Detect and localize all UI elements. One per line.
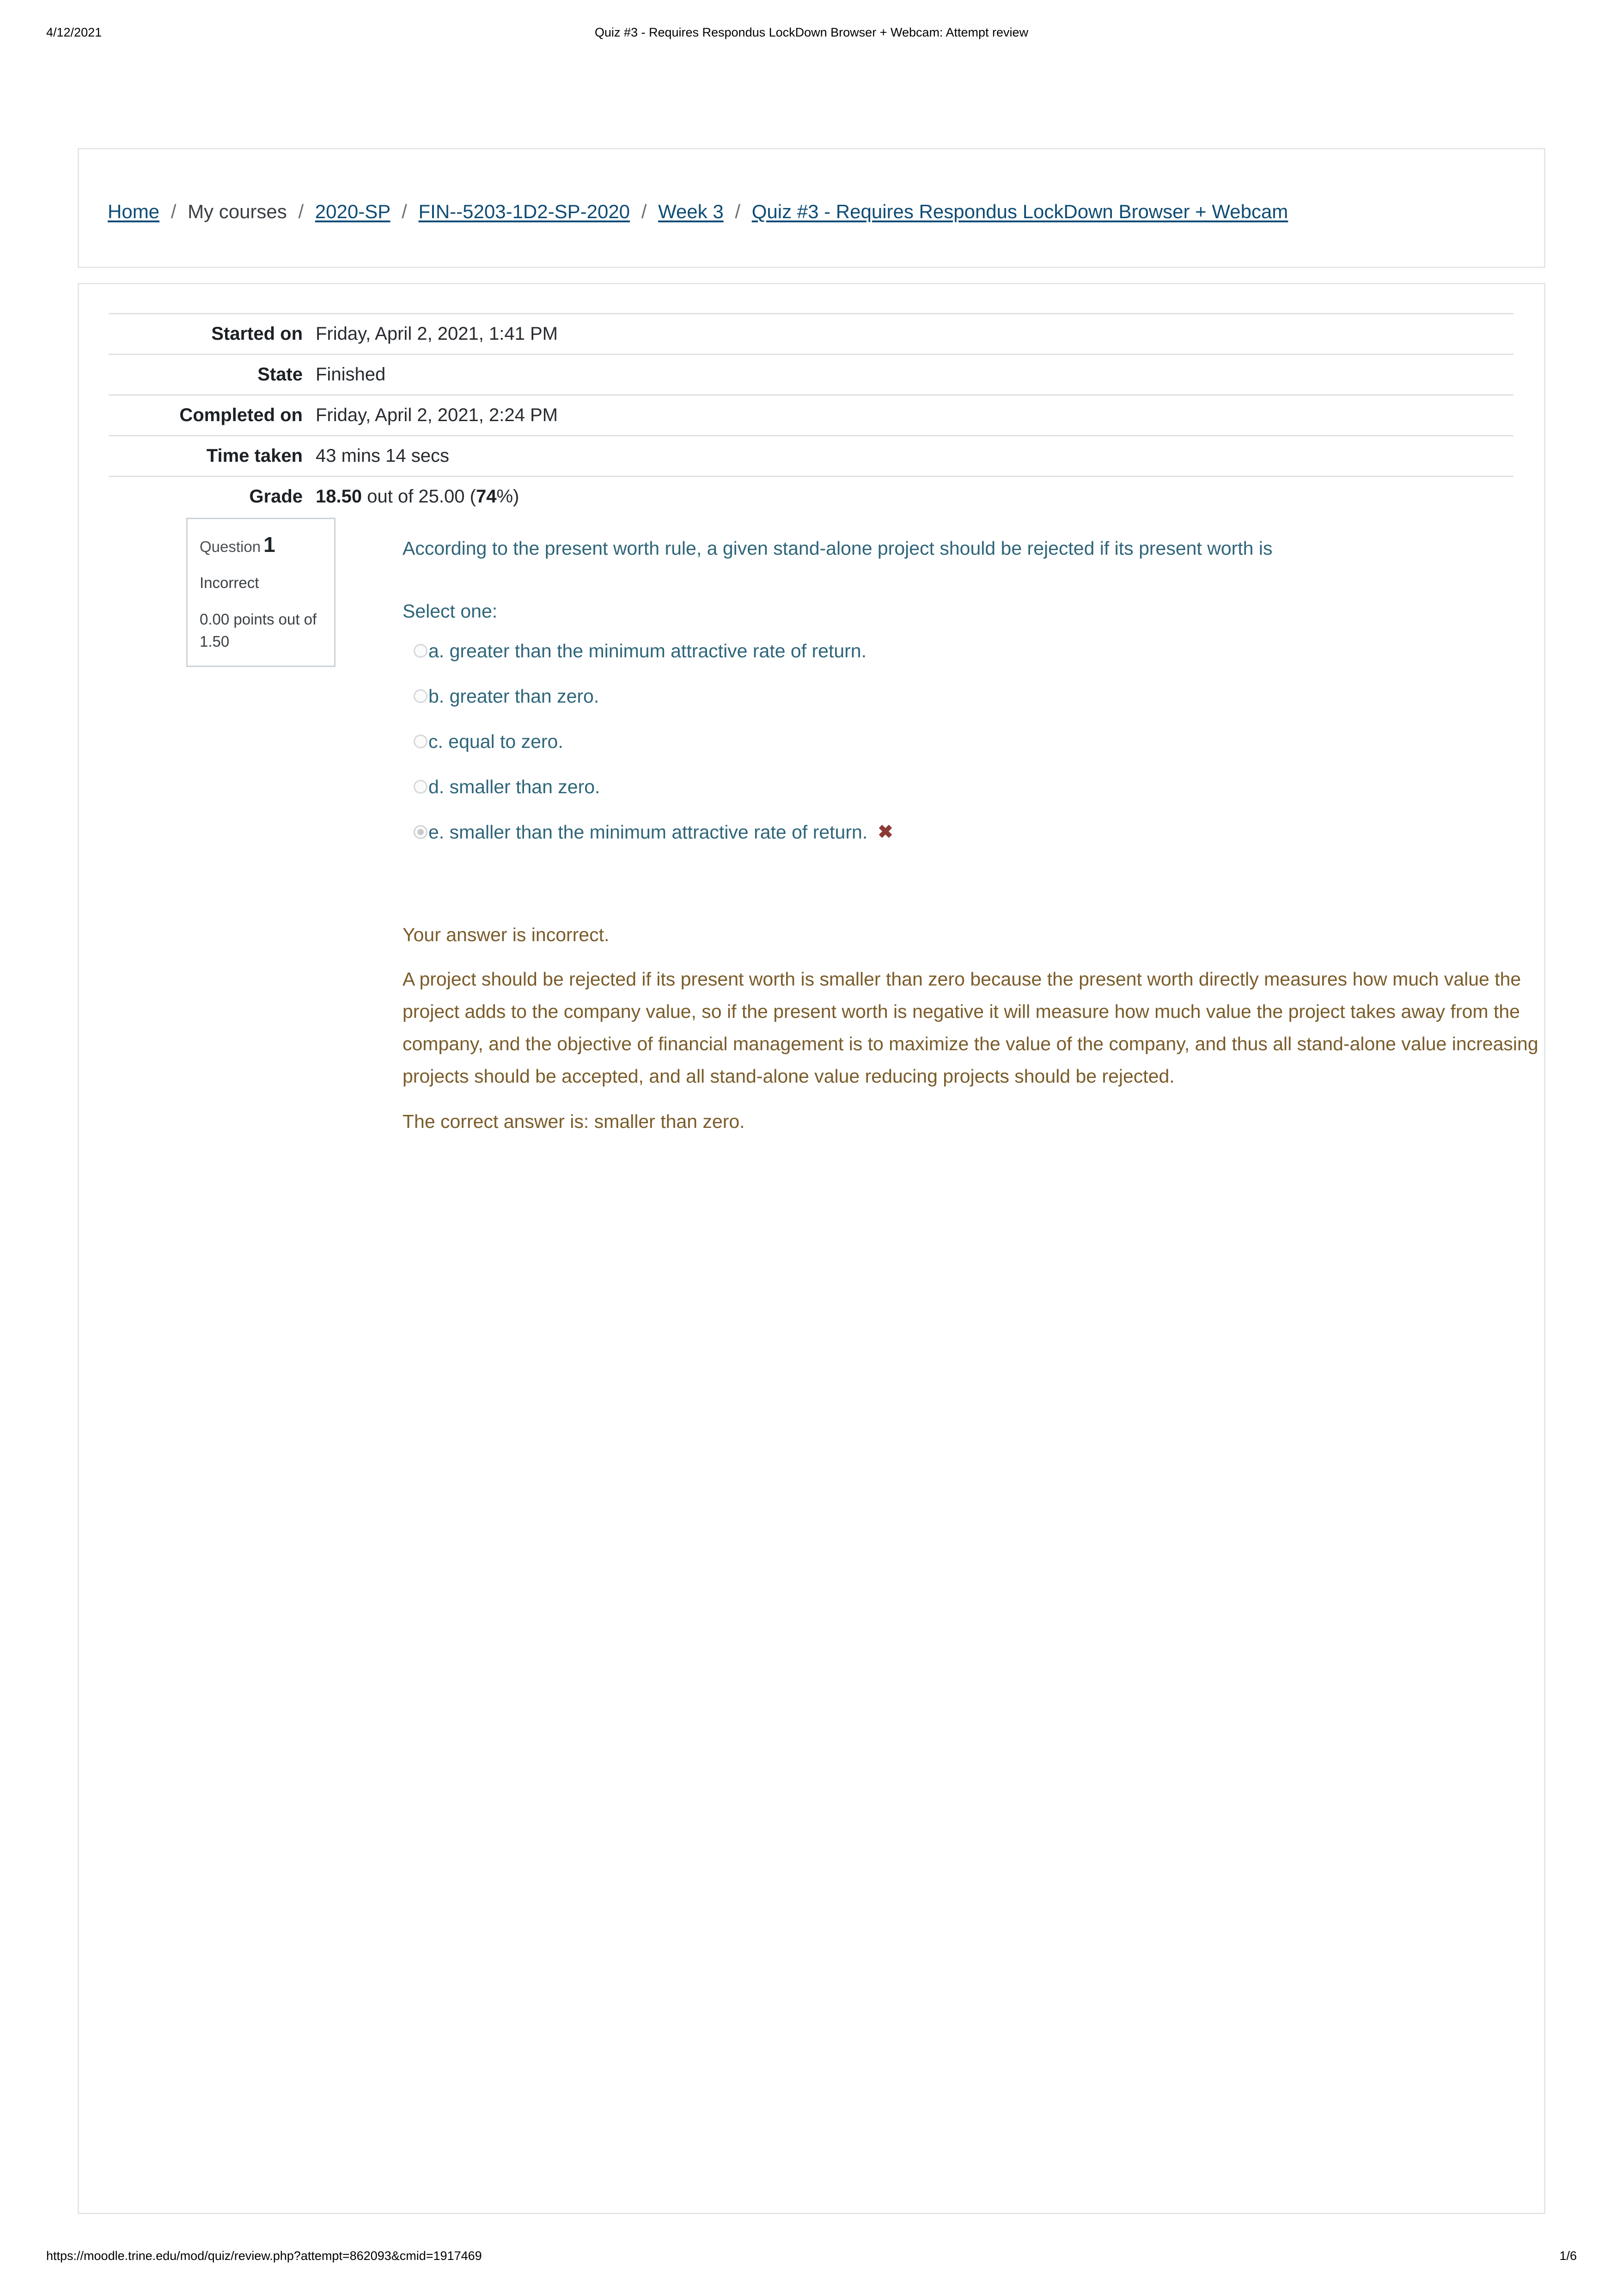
breadcrumb-item-home[interactable]: Home [108,201,159,222]
breadcrumb-item-course[interactable]: FIN--5203-1D2-SP-2020 [419,201,630,222]
question-grade: 0.00 points out of 1.50 [200,611,317,650]
breadcrumb-item-term[interactable]: 2020-SP [315,201,390,222]
table-row: Completed on Friday, April 2, 2021, 2:24… [109,395,1513,436]
answer-label-e: e. smaller than the minimum attractive r… [428,821,868,843]
summary-value-completed-on: Friday, April 2, 2021, 2:24 PM [316,405,558,425]
breadcrumb-card: Home / My courses / 2020-SP / FIN--5203-… [78,148,1545,268]
answer-option-a[interactable]: a. greater than the minimum attractive r… [403,633,1572,678]
feedback-correct-answer: The correct answer is: smaller than zero… [403,1111,745,1132]
select-one-label: Select one: [403,600,498,622]
question-number-line: Question 1 [200,533,322,558]
grade-percent: 74 [476,486,497,507]
summary-label-state: State [257,364,303,385]
question-number: 1 [263,533,275,557]
radio-icon-d[interactable] [414,780,427,794]
attempt-review-card: Started on Friday, April 2, 2021, 1:41 P… [78,283,1545,2214]
answer-option-e[interactable]: e. smaller than the minimum attractive r… [403,814,1572,859]
radio-icon-a[interactable] [414,644,427,658]
summary-value-started-on: Friday, April 2, 2021, 1:41 PM [316,324,558,344]
print-source-url: https://moodle.trine.edu/mod/quiz/review… [46,2249,482,2263]
question-state: Incorrect [200,574,259,591]
answer-option-c[interactable]: c. equal to zero. [403,723,1572,769]
answer-option-b[interactable]: b. greater than zero. [403,678,1572,723]
breadcrumb-separator: / [641,201,647,222]
answer-options-list: a. greater than the minimum attractive r… [403,625,1572,859]
summary-label-completed-on: Completed on [179,405,303,425]
table-row: State Finished [109,354,1513,395]
question-word-label: Question [200,538,261,555]
feedback-verdict: Your answer is incorrect. [403,924,610,945]
grade-percent-suffix: %) [496,486,519,507]
answer-label-a: a. greater than the minimum attractive r… [428,640,866,661]
breadcrumb-separator: / [298,201,304,222]
summary-value-state: Finished [316,364,386,385]
feedback-explanation: A project should be rejected if its pres… [403,968,1538,1087]
answer-label-d: d. smaller than zero. [428,776,600,797]
table-row: Time taken 43 mins 14 secs [109,435,1513,477]
breadcrumb-separator: / [402,201,407,222]
print-footer: https://moodle.trine.edu/mod/quiz/review… [0,2249,1623,2267]
print-header: 4/12/2021 Quiz #3 - Requires Respondus L… [0,25,1623,44]
breadcrumb-separator: / [735,201,741,222]
question-text: According to the present worth rule, a g… [403,538,1273,559]
radio-icon-e-selected[interactable] [414,825,427,839]
print-document-title: Quiz #3 - Requires Respondus LockDown Br… [594,25,1029,39]
breadcrumb: Home / My courses / 2020-SP / FIN--5203-… [108,199,1288,224]
breadcrumb-item-my-courses: My courses [188,201,287,222]
attempt-summary-table: Started on Friday, April 2, 2021, 1:41 P… [109,313,1513,516]
incorrect-cross-icon: ✖ [878,822,893,842]
summary-label-started-on: Started on [211,324,303,344]
print-page-number: 1/6 [1559,2249,1577,2263]
question-info-box: Question 1 Incorrect 0.00 points out of 1… [186,518,336,667]
radio-icon-b[interactable] [414,689,427,703]
summary-label-time-taken: Time taken [206,446,303,466]
breadcrumb-item-quiz[interactable]: Quiz #3 - Requires Respondus LockDown Br… [752,201,1288,222]
answer-label-c: c. equal to zero. [428,731,563,752]
question-feedback: Your answer is incorrect. A project shou… [403,859,1572,1138]
grade-score: 18.50 [316,486,362,507]
breadcrumb-item-week[interactable]: Week 3 [658,201,724,222]
summary-value-time-taken: 43 mins 14 secs [316,446,450,466]
table-row: Started on Friday, April 2, 2021, 1:41 P… [109,313,1513,355]
breadcrumb-separator: / [171,201,177,222]
answer-option-d[interactable]: d. smaller than zero. [403,769,1572,814]
question-body: According to the present worth rule, a g… [403,506,1572,1138]
grade-out-of: out of 25.00 ( [362,486,476,507]
question-1: Question 1 Incorrect 0.00 points out of 1… [79,506,1544,1361]
radio-icon-c[interactable] [414,735,427,748]
answer-label-b: b. greater than zero. [428,686,599,707]
